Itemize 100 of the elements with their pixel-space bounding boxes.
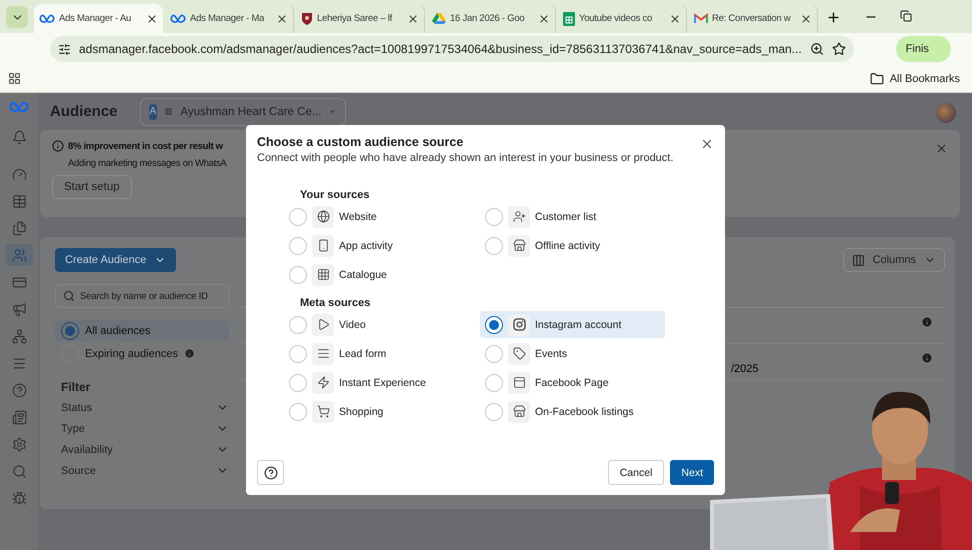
audience-option[interactable]: Expiring audiences (55, 343, 229, 364)
source-option[interactable]: Customer list (480, 203, 665, 230)
play-icon (316, 318, 330, 331)
restore-icon[interactable] (900, 10, 912, 22)
next-button[interactable]: Next (670, 460, 714, 485)
columns-icon (852, 254, 865, 266)
info-icon (921, 316, 933, 328)
pages-icon (12, 220, 26, 236)
help-icon (12, 382, 26, 398)
cart-icon (316, 405, 330, 418)
source-option[interactable]: App activity (284, 232, 469, 259)
folder-icon (870, 72, 884, 86)
source-option[interactable]: Video (284, 311, 469, 338)
cancel-button[interactable]: Cancel (608, 460, 664, 485)
menu-icon (12, 356, 26, 370)
account-badge: A (148, 104, 158, 120)
filter-label[interactable]: Type (61, 422, 85, 434)
profile-button[interactable]: Finis (896, 36, 951, 62)
audience-option[interactable]: All audiences (55, 320, 229, 341)
settings-icon (12, 436, 26, 452)
people-icon (12, 248, 26, 262)
source-option[interactable]: Instagram account (480, 311, 665, 338)
filter-label[interactable]: Source (61, 464, 96, 476)
star-icon[interactable] (832, 42, 846, 56)
source-option[interactable]: Shopping (284, 398, 469, 425)
nav-item[interactable] (5, 244, 33, 266)
dialog-title: Choose a custom audience source (257, 135, 464, 149)
tab-list-button[interactable] (6, 6, 28, 28)
close-icon[interactable] (669, 12, 681, 24)
browser-tab[interactable]: Ads Manager - Au (34, 4, 163, 33)
filter-label[interactable]: Availability (61, 444, 113, 456)
source-option[interactable]: Lead form (284, 340, 469, 367)
source-option[interactable]: Instant Experience (284, 369, 469, 396)
apps-icon[interactable] (8, 72, 21, 85)
filter-label[interactable]: Status (61, 402, 92, 414)
info-icon (52, 140, 64, 152)
user-avatar[interactable] (936, 103, 956, 123)
bookmarks-label[interactable]: All Bookmarks (890, 72, 960, 84)
bell-icon (12, 130, 26, 144)
start-setup-button[interactable]: Start setup (52, 175, 132, 199)
section-heading: Your sources (299, 189, 370, 201)
phone-icon (316, 239, 330, 252)
store-icon (512, 239, 526, 252)
shield-icon (301, 12, 313, 25)
sheets-icon (563, 12, 575, 26)
radio-button[interactable] (485, 316, 503, 334)
camera-icon (512, 318, 526, 331)
banner-text: Adding marketing messages on WhatsA (67, 158, 226, 169)
info-icon (921, 352, 933, 364)
columns-button[interactable]: Columns (842, 248, 945, 272)
source-option[interactable]: On-Facebook listings (480, 398, 665, 425)
globe-icon (316, 210, 330, 223)
table-icon (12, 194, 26, 208)
filter-heading: Filter (60, 380, 92, 394)
network-icon (12, 328, 26, 344)
radio-button[interactable] (61, 322, 79, 340)
info-icon (184, 348, 195, 359)
zoom-icon[interactable] (810, 42, 824, 56)
page-title: Audience (50, 103, 118, 120)
newspaper-icon (12, 410, 26, 424)
mail-icon (694, 13, 708, 24)
person-icon (512, 210, 526, 223)
page-icon (512, 376, 526, 389)
search-field[interactable]: Search by name or audience ID (55, 284, 229, 308)
source-option[interactable]: Events (480, 340, 665, 367)
close-icon[interactable] (407, 12, 419, 24)
close-icon[interactable] (800, 12, 812, 24)
bolt-icon (316, 376, 330, 389)
section-heading: Meta sources (299, 297, 372, 309)
drive-icon (432, 12, 446, 24)
close-icon[interactable] (700, 137, 714, 151)
dialog-subtitle: Connect with people who have already shown an interest in your business or product. (257, 152, 674, 164)
meta-logo-icon (39, 14, 55, 24)
megaphone-icon (12, 302, 26, 316)
banner-title: 8% improvement in cost per result w (68, 140, 223, 152)
help-icon (264, 466, 278, 480)
store-icon (512, 405, 526, 418)
close-icon[interactable] (146, 12, 158, 24)
new-tab-icon[interactable] (826, 10, 841, 25)
lines-icon (316, 347, 330, 360)
source-option[interactable]: Offline activity (480, 232, 665, 259)
card-icon (12, 274, 26, 290)
address-bar[interactable]: adsmanager.facebook.com/adsmanager/audiences?act=1008199717534064&business_id=785631137036741&nav_source=ads_man... (50, 36, 854, 62)
tag-icon (512, 347, 526, 360)
close-icon[interactable] (276, 12, 288, 24)
meta-logo-icon (170, 14, 186, 24)
gauge-icon (12, 166, 26, 182)
meta-logo-icon (9, 101, 29, 113)
create-audience-button[interactable]: Create Audience (55, 248, 176, 272)
source-option[interactable]: Catalogue (284, 261, 469, 288)
bug-icon (12, 490, 26, 506)
site-settings-icon[interactable] (58, 42, 71, 56)
table-cell-text: /2025 (731, 362, 760, 375)
help-button[interactable] (257, 460, 284, 485)
grid-icon (316, 268, 330, 281)
source-option[interactable]: Facebook Page (480, 369, 665, 396)
search-icon (12, 464, 26, 478)
source-option[interactable]: Website (284, 203, 469, 230)
close-icon[interactable] (538, 12, 550, 24)
search-icon (63, 290, 75, 302)
